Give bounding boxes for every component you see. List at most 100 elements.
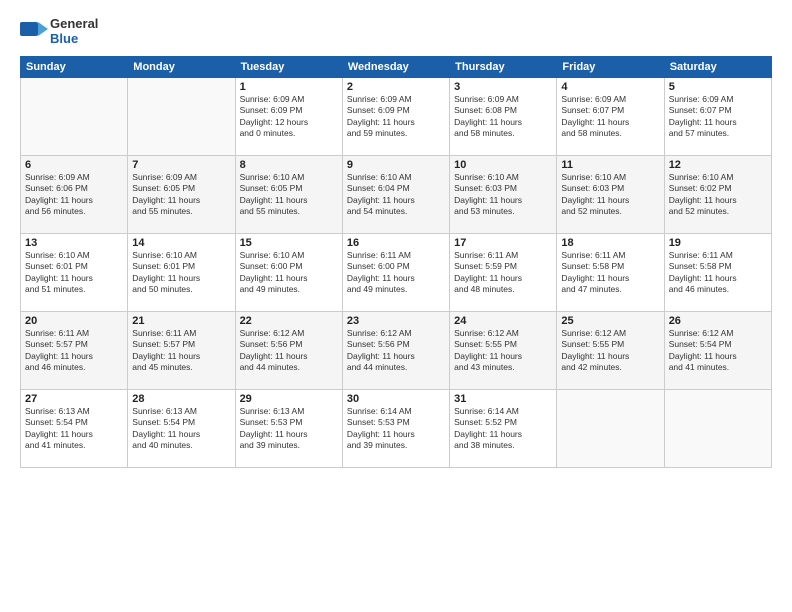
- day-info: Sunrise: 6:12 AM Sunset: 5:55 PM Dayligh…: [561, 328, 659, 374]
- day-info: Sunrise: 6:12 AM Sunset: 5:56 PM Dayligh…: [240, 328, 338, 374]
- day-info: Sunrise: 6:11 AM Sunset: 5:57 PM Dayligh…: [25, 328, 123, 374]
- calendar-cell: 8Sunrise: 6:10 AM Sunset: 6:05 PM Daylig…: [235, 156, 342, 234]
- calendar-cell: 11Sunrise: 6:10 AM Sunset: 6:03 PM Dayli…: [557, 156, 664, 234]
- day-info: Sunrise: 6:09 AM Sunset: 6:09 PM Dayligh…: [240, 94, 338, 140]
- calendar-cell: 14Sunrise: 6:10 AM Sunset: 6:01 PM Dayli…: [128, 234, 235, 312]
- col-header-saturday: Saturday: [664, 57, 771, 78]
- day-info: Sunrise: 6:11 AM Sunset: 6:00 PM Dayligh…: [347, 250, 445, 296]
- day-number: 6: [25, 159, 123, 171]
- day-number: 30: [347, 393, 445, 405]
- page: General Blue SundayMondayTuesdayWednesda…: [0, 0, 792, 612]
- day-info: Sunrise: 6:11 AM Sunset: 5:57 PM Dayligh…: [132, 328, 230, 374]
- day-number: 8: [240, 159, 338, 171]
- calendar-cell: 29Sunrise: 6:13 AM Sunset: 5:53 PM Dayli…: [235, 390, 342, 468]
- day-info: Sunrise: 6:09 AM Sunset: 6:06 PM Dayligh…: [25, 172, 123, 218]
- day-number: 4: [561, 81, 659, 93]
- calendar-cell: 9Sunrise: 6:10 AM Sunset: 6:04 PM Daylig…: [342, 156, 449, 234]
- calendar-cell: 26Sunrise: 6:12 AM Sunset: 5:54 PM Dayli…: [664, 312, 771, 390]
- col-header-thursday: Thursday: [450, 57, 557, 78]
- day-number: 2: [347, 81, 445, 93]
- day-info: Sunrise: 6:09 AM Sunset: 6:08 PM Dayligh…: [454, 94, 552, 140]
- day-number: 31: [454, 393, 552, 405]
- day-number: 12: [669, 159, 767, 171]
- header: General Blue: [20, 16, 772, 46]
- day-info: Sunrise: 6:10 AM Sunset: 6:02 PM Dayligh…: [669, 172, 767, 218]
- calendar-cell: 12Sunrise: 6:10 AM Sunset: 6:02 PM Dayli…: [664, 156, 771, 234]
- day-info: Sunrise: 6:10 AM Sunset: 6:00 PM Dayligh…: [240, 250, 338, 296]
- day-number: 17: [454, 237, 552, 249]
- day-number: 14: [132, 237, 230, 249]
- day-number: 9: [347, 159, 445, 171]
- day-number: 23: [347, 315, 445, 327]
- day-number: 26: [669, 315, 767, 327]
- day-number: 18: [561, 237, 659, 249]
- day-number: 11: [561, 159, 659, 171]
- day-info: Sunrise: 6:10 AM Sunset: 6:01 PM Dayligh…: [25, 250, 123, 296]
- col-header-monday: Monday: [128, 57, 235, 78]
- week-row-5: 27Sunrise: 6:13 AM Sunset: 5:54 PM Dayli…: [21, 390, 772, 468]
- day-info: Sunrise: 6:09 AM Sunset: 6:07 PM Dayligh…: [561, 94, 659, 140]
- calendar-cell: 30Sunrise: 6:14 AM Sunset: 5:53 PM Dayli…: [342, 390, 449, 468]
- day-info: Sunrise: 6:14 AM Sunset: 5:52 PM Dayligh…: [454, 406, 552, 452]
- day-number: 20: [25, 315, 123, 327]
- calendar-cell: 22Sunrise: 6:12 AM Sunset: 5:56 PM Dayli…: [235, 312, 342, 390]
- calendar-cell: 5Sunrise: 6:09 AM Sunset: 6:07 PM Daylig…: [664, 78, 771, 156]
- day-number: 1: [240, 81, 338, 93]
- week-row-4: 20Sunrise: 6:11 AM Sunset: 5:57 PM Dayli…: [21, 312, 772, 390]
- day-number: 15: [240, 237, 338, 249]
- day-info: Sunrise: 6:10 AM Sunset: 6:01 PM Dayligh…: [132, 250, 230, 296]
- day-info: Sunrise: 6:10 AM Sunset: 6:03 PM Dayligh…: [454, 172, 552, 218]
- day-info: Sunrise: 6:10 AM Sunset: 6:03 PM Dayligh…: [561, 172, 659, 218]
- calendar-cell: 3Sunrise: 6:09 AM Sunset: 6:08 PM Daylig…: [450, 78, 557, 156]
- calendar-cell: 18Sunrise: 6:11 AM Sunset: 5:58 PM Dayli…: [557, 234, 664, 312]
- day-info: Sunrise: 6:12 AM Sunset: 5:55 PM Dayligh…: [454, 328, 552, 374]
- day-number: 16: [347, 237, 445, 249]
- day-info: Sunrise: 6:09 AM Sunset: 6:05 PM Dayligh…: [132, 172, 230, 218]
- day-info: Sunrise: 6:13 AM Sunset: 5:54 PM Dayligh…: [132, 406, 230, 452]
- day-number: 21: [132, 315, 230, 327]
- day-number: 24: [454, 315, 552, 327]
- day-info: Sunrise: 6:12 AM Sunset: 5:54 PM Dayligh…: [669, 328, 767, 374]
- day-number: 27: [25, 393, 123, 405]
- calendar-cell: 7Sunrise: 6:09 AM Sunset: 6:05 PM Daylig…: [128, 156, 235, 234]
- day-info: Sunrise: 6:14 AM Sunset: 5:53 PM Dayligh…: [347, 406, 445, 452]
- calendar-cell: [664, 390, 771, 468]
- calendar-cell: 4Sunrise: 6:09 AM Sunset: 6:07 PM Daylig…: [557, 78, 664, 156]
- day-number: 29: [240, 393, 338, 405]
- calendar-cell: [21, 78, 128, 156]
- week-row-1: 1Sunrise: 6:09 AM Sunset: 6:09 PM Daylig…: [21, 78, 772, 156]
- calendar-cell: 1Sunrise: 6:09 AM Sunset: 6:09 PM Daylig…: [235, 78, 342, 156]
- day-info: Sunrise: 6:09 AM Sunset: 6:09 PM Dayligh…: [347, 94, 445, 140]
- day-info: Sunrise: 6:13 AM Sunset: 5:54 PM Dayligh…: [25, 406, 123, 452]
- calendar-cell: 13Sunrise: 6:10 AM Sunset: 6:01 PM Dayli…: [21, 234, 128, 312]
- day-info: Sunrise: 6:10 AM Sunset: 6:05 PM Dayligh…: [240, 172, 338, 218]
- calendar-cell: 10Sunrise: 6:10 AM Sunset: 6:03 PM Dayli…: [450, 156, 557, 234]
- calendar-cell: 31Sunrise: 6:14 AM Sunset: 5:52 PM Dayli…: [450, 390, 557, 468]
- calendar-cell: [128, 78, 235, 156]
- day-number: 19: [669, 237, 767, 249]
- day-info: Sunrise: 6:11 AM Sunset: 5:58 PM Dayligh…: [669, 250, 767, 296]
- day-number: 10: [454, 159, 552, 171]
- day-number: 13: [25, 237, 123, 249]
- calendar-cell: 2Sunrise: 6:09 AM Sunset: 6:09 PM Daylig…: [342, 78, 449, 156]
- calendar-cell: 28Sunrise: 6:13 AM Sunset: 5:54 PM Dayli…: [128, 390, 235, 468]
- day-number: 3: [454, 81, 552, 93]
- calendar-cell: 25Sunrise: 6:12 AM Sunset: 5:55 PM Dayli…: [557, 312, 664, 390]
- calendar-cell: 16Sunrise: 6:11 AM Sunset: 6:00 PM Dayli…: [342, 234, 449, 312]
- day-info: Sunrise: 6:13 AM Sunset: 5:53 PM Dayligh…: [240, 406, 338, 452]
- week-row-2: 6Sunrise: 6:09 AM Sunset: 6:06 PM Daylig…: [21, 156, 772, 234]
- day-info: Sunrise: 6:12 AM Sunset: 5:56 PM Dayligh…: [347, 328, 445, 374]
- calendar-cell: 23Sunrise: 6:12 AM Sunset: 5:56 PM Dayli…: [342, 312, 449, 390]
- calendar-cell: 21Sunrise: 6:11 AM Sunset: 5:57 PM Dayli…: [128, 312, 235, 390]
- col-header-tuesday: Tuesday: [235, 57, 342, 78]
- week-row-3: 13Sunrise: 6:10 AM Sunset: 6:01 PM Dayli…: [21, 234, 772, 312]
- calendar-cell: 27Sunrise: 6:13 AM Sunset: 5:54 PM Dayli…: [21, 390, 128, 468]
- col-header-friday: Friday: [557, 57, 664, 78]
- day-number: 28: [132, 393, 230, 405]
- day-number: 22: [240, 315, 338, 327]
- calendar-cell: 24Sunrise: 6:12 AM Sunset: 5:55 PM Dayli…: [450, 312, 557, 390]
- day-number: 25: [561, 315, 659, 327]
- day-info: Sunrise: 6:09 AM Sunset: 6:07 PM Dayligh…: [669, 94, 767, 140]
- day-number: 5: [669, 81, 767, 93]
- calendar-cell: 19Sunrise: 6:11 AM Sunset: 5:58 PM Dayli…: [664, 234, 771, 312]
